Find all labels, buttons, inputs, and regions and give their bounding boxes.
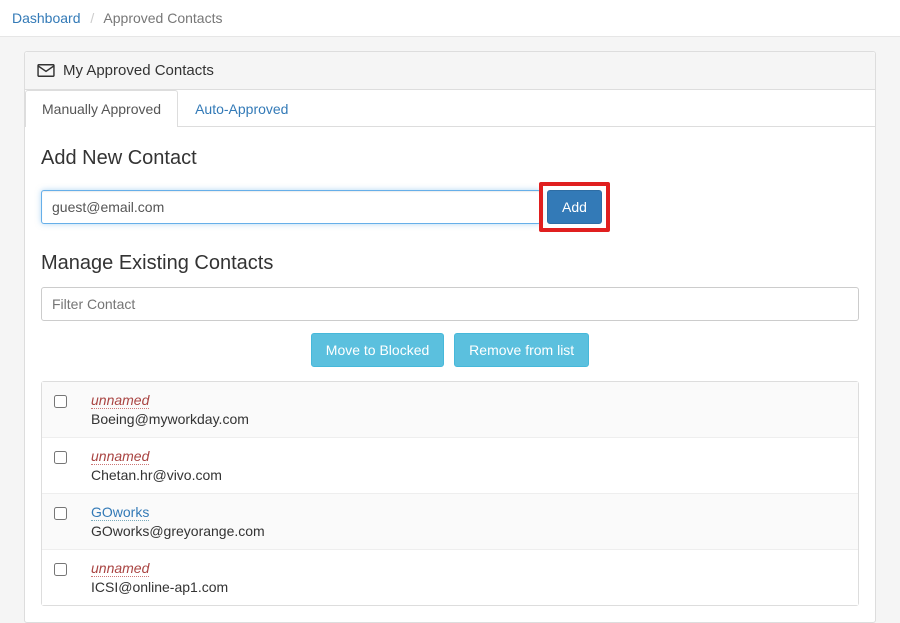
move-to-blocked-button[interactable]: Move to Blocked bbox=[311, 333, 445, 367]
contact-name[interactable]: unnamed bbox=[91, 560, 149, 577]
contact-name[interactable]: GOworks bbox=[91, 504, 149, 521]
tab-auto-approved[interactable]: Auto-Approved bbox=[178, 90, 305, 127]
manage-heading: Manage Existing Contacts bbox=[41, 252, 859, 275]
contact-row: unnamed Boeing@myworkday.com bbox=[42, 382, 858, 438]
mail-icon bbox=[37, 64, 55, 77]
filter-contact-input[interactable] bbox=[41, 287, 859, 321]
add-button[interactable]: Add bbox=[547, 190, 602, 224]
contact-checkbox[interactable] bbox=[54, 451, 67, 464]
breadcrumb-current: Approved Contacts bbox=[103, 10, 222, 26]
contact-checkbox[interactable] bbox=[54, 395, 67, 408]
new-contact-input[interactable] bbox=[41, 190, 541, 224]
contact-email: Boeing@myworkday.com bbox=[91, 411, 846, 427]
tabs: Manually Approved Auto-Approved bbox=[25, 90, 875, 127]
breadcrumb-sep: / bbox=[84, 10, 100, 26]
approved-contacts-panel: My Approved Contacts Manually Approved A… bbox=[24, 51, 876, 623]
contact-row: unnamed ICSI@online-ap1.com bbox=[42, 550, 858, 605]
contact-name[interactable]: unnamed bbox=[91, 448, 149, 465]
contact-name[interactable]: unnamed bbox=[91, 392, 149, 409]
contact-email: GOworks@greyorange.com bbox=[91, 523, 846, 539]
tab-manually-approved[interactable]: Manually Approved bbox=[25, 90, 178, 127]
breadcrumb: Dashboard / Approved Contacts bbox=[0, 0, 900, 37]
contact-checkbox[interactable] bbox=[54, 507, 67, 520]
contact-email: Chetan.hr@vivo.com bbox=[91, 467, 846, 483]
contact-checkbox[interactable] bbox=[54, 563, 67, 576]
remove-from-list-button[interactable]: Remove from list bbox=[454, 333, 589, 367]
panel-title: My Approved Contacts bbox=[63, 62, 214, 79]
panel-header: My Approved Contacts bbox=[25, 52, 875, 90]
contact-row: GOworks GOworks@greyorange.com bbox=[42, 494, 858, 550]
contact-list: unnamed Boeing@myworkday.com unnamed Chetan… bbox=[41, 381, 859, 606]
add-button-highlight: Add bbox=[539, 182, 610, 232]
contact-email: ICSI@online-ap1.com bbox=[91, 579, 846, 595]
contact-row: unnamed Chetan.hr@vivo.com bbox=[42, 438, 858, 494]
add-contact-heading: Add New Contact bbox=[41, 147, 859, 170]
breadcrumb-root[interactable]: Dashboard bbox=[12, 10, 81, 26]
